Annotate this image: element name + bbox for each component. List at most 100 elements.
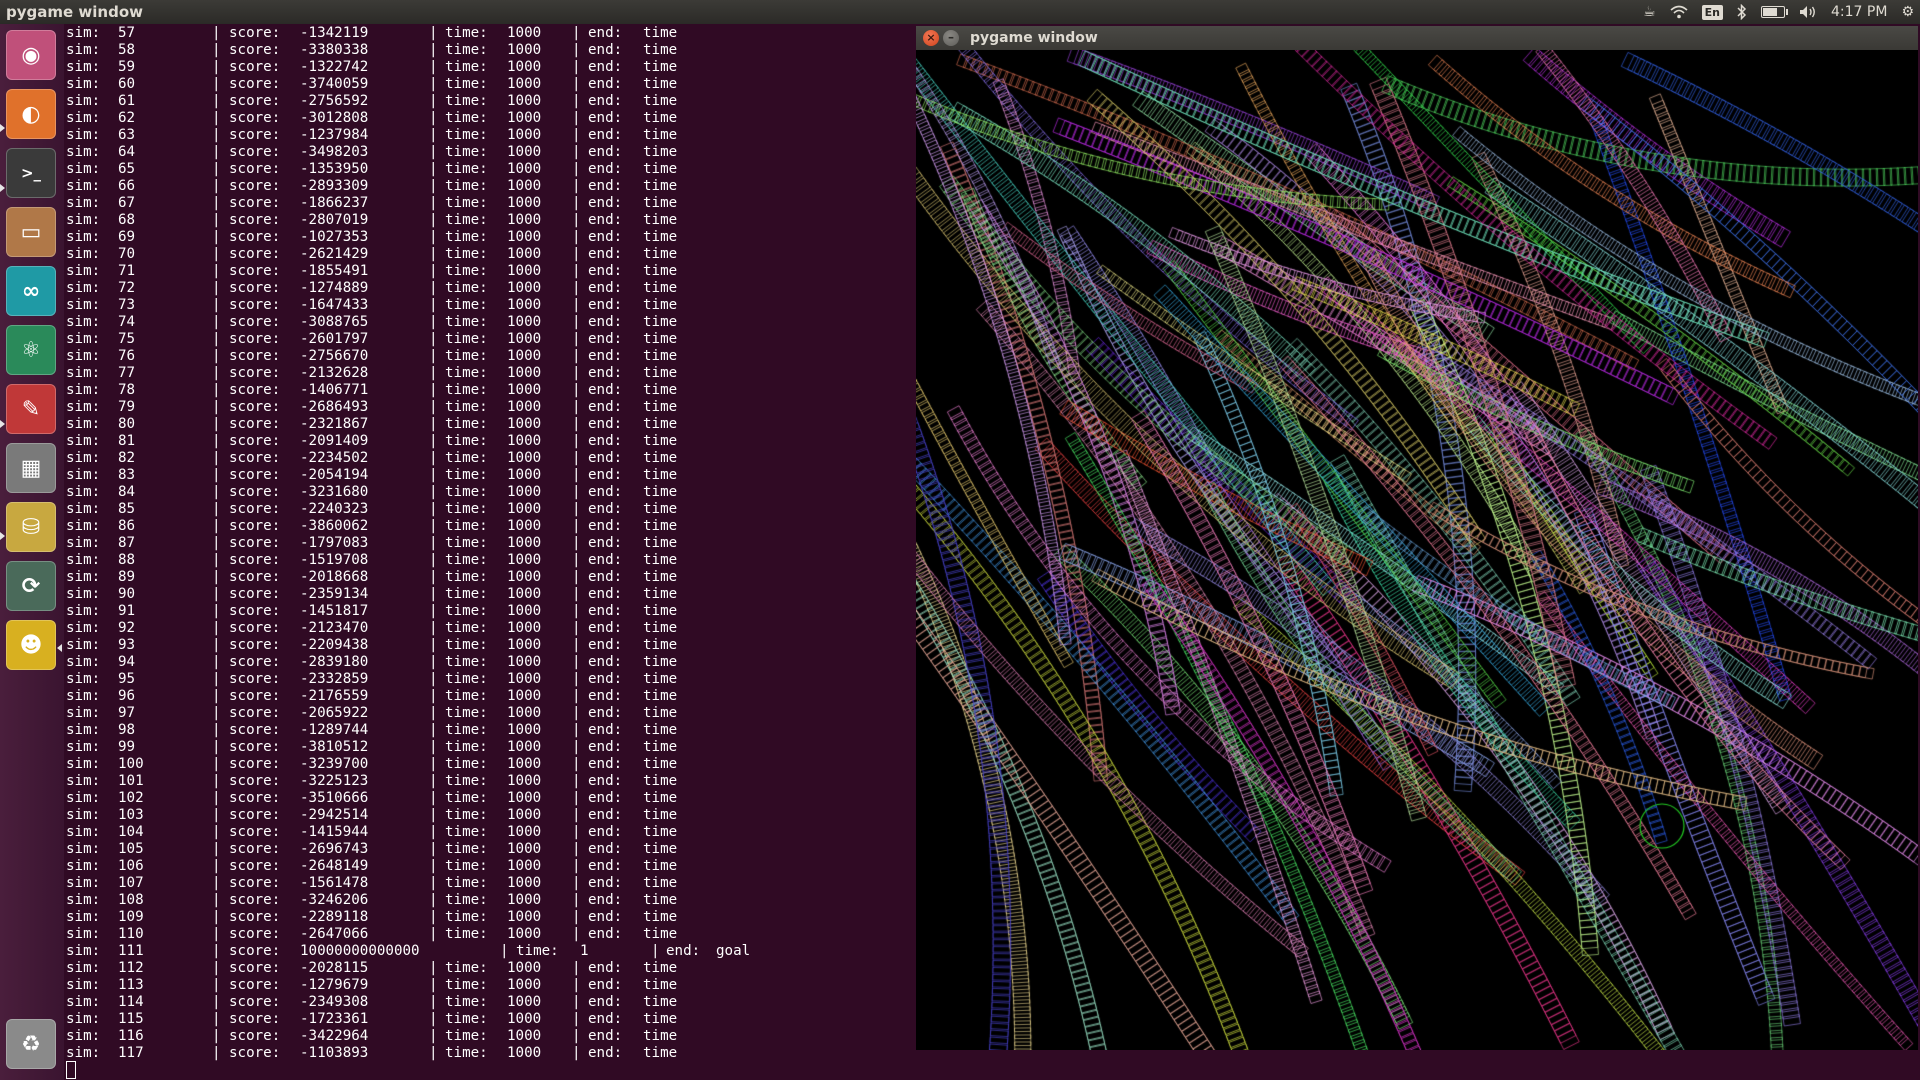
terminal-tval: 1000 xyxy=(507,348,542,364)
terminal-slab: score: xyxy=(229,569,281,585)
gear-icon[interactable]: ⚙ xyxy=(1901,0,1914,24)
launcher-files[interactable]: ▭ xyxy=(6,207,56,257)
terminal-tlab: time: xyxy=(445,1045,488,1061)
launcher-firefox[interactable]: ◐ xyxy=(6,89,56,139)
terminal-sep1: | xyxy=(212,739,221,755)
launcher-bug-tool[interactable]: ☻ xyxy=(6,620,56,670)
terminal-elab: end: xyxy=(588,858,623,874)
close-button[interactable]: × xyxy=(923,30,939,46)
terminal-tval: 1000 xyxy=(507,977,542,993)
pygame-window[interactable]: × – pygame window xyxy=(916,26,1918,1050)
terminal-sep3: | xyxy=(572,76,581,92)
launcher-arduino[interactable]: ∞ xyxy=(6,266,56,316)
terminal-tval: 1000 xyxy=(507,892,542,908)
terminal-sep1: | xyxy=(212,535,221,551)
terminal-tval: 1000 xyxy=(507,518,542,534)
terminal-tval: 1000 xyxy=(507,467,542,483)
terminal-slab: score: xyxy=(229,93,281,109)
terminal-eval: time xyxy=(643,467,678,483)
keyboard-layout-indicator[interactable]: En xyxy=(1701,4,1724,20)
terminal-tval: 1000 xyxy=(507,433,542,449)
terminal-num: 110 xyxy=(118,926,144,942)
terminal-tval: 1000 xyxy=(507,59,542,75)
terminal-num: 70 xyxy=(118,246,136,262)
bluetooth-icon[interactable] xyxy=(1737,0,1747,24)
terminal-sval: -2234502 xyxy=(300,450,369,466)
volume-icon[interactable] xyxy=(1799,0,1817,24)
terminal-eval: time xyxy=(643,1011,678,1027)
trash-icon: ♻ xyxy=(21,1031,41,1057)
terminal-sep2: | xyxy=(429,263,438,279)
terminal-elab: end: xyxy=(588,484,623,500)
launcher-ubuntu-dash[interactable]: ◉ xyxy=(6,30,56,80)
terminal-tlab: time: xyxy=(445,229,488,245)
terminal-sim: sim: xyxy=(66,909,101,925)
terminal-sep3: | xyxy=(572,399,581,415)
terminal-elab: end: xyxy=(588,824,623,840)
simulation-canvas[interactable] xyxy=(916,50,1918,1050)
launcher-workspace-switcher[interactable]: ▦ xyxy=(6,443,56,493)
terminal-tlab: time: xyxy=(445,1028,488,1044)
terminal-tlab: time: xyxy=(445,892,488,908)
terminal-slab: score: xyxy=(229,705,281,721)
terminal-eval: time xyxy=(643,722,678,738)
terminal-sim: sim: xyxy=(66,399,101,415)
terminal-num: 58 xyxy=(118,42,136,58)
launcher-database[interactable]: ⛁ xyxy=(6,502,56,552)
terminal-tval: 1000 xyxy=(507,824,542,840)
terminal-tval: 1000 xyxy=(507,127,542,143)
terminal-sep1: | xyxy=(212,433,221,449)
coffee-icon[interactable]: ☕ xyxy=(1643,0,1656,24)
launcher-terminal[interactable]: >_ xyxy=(6,148,56,198)
minimize-button[interactable]: – xyxy=(943,30,959,46)
terminal-sep2: | xyxy=(429,518,438,534)
terminal-eval: time xyxy=(643,569,678,585)
battery-icon[interactable] xyxy=(1761,0,1789,24)
launcher-system-tools[interactable]: ✎ xyxy=(6,384,56,434)
launcher-trash[interactable]: ♻ xyxy=(6,1019,56,1069)
terminal-sval: -2893309 xyxy=(300,178,369,194)
terminal-slab: score: xyxy=(229,229,281,245)
terminal-tval: 1000 xyxy=(507,994,542,1010)
terminal-sep2: | xyxy=(429,161,438,177)
terminal-sep1: | xyxy=(212,620,221,636)
terminal-elab: end: xyxy=(588,246,623,262)
terminal-num: 95 xyxy=(118,671,136,687)
terminal-eval: goal xyxy=(716,943,751,959)
terminal-tval: 1000 xyxy=(507,552,542,568)
wifi-icon[interactable] xyxy=(1670,0,1688,24)
terminal-num: 76 xyxy=(118,348,136,364)
terminal-num: 68 xyxy=(118,212,136,228)
terminal-tval: 1000 xyxy=(507,535,542,551)
terminal-sval: -1406771 xyxy=(300,382,369,398)
terminal-sval: -3239700 xyxy=(300,756,369,772)
terminal-num: 62 xyxy=(118,110,136,126)
terminal-eval: time xyxy=(643,297,678,313)
terminal-sval: -3088765 xyxy=(300,314,369,330)
terminal-tval: 1000 xyxy=(507,773,542,789)
terminal-sep3: | xyxy=(572,671,581,687)
terminal-tval: 1000 xyxy=(507,926,542,942)
terminal-sep1: | xyxy=(212,348,221,364)
pygame-titlebar[interactable]: × – pygame window xyxy=(916,26,1918,50)
terminal-num: 86 xyxy=(118,518,136,534)
terminal-sval: -1237984 xyxy=(300,127,369,143)
terminal-sep2: | xyxy=(429,790,438,806)
terminal-sval: -1027353 xyxy=(300,229,369,245)
terminal-sep1: | xyxy=(212,178,221,194)
terminal-num: 92 xyxy=(118,620,136,636)
terminal-sep1: | xyxy=(212,1045,221,1061)
terminal-sep1: | xyxy=(212,144,221,160)
launcher-atom[interactable]: ⚛ xyxy=(6,325,56,375)
terminal-elab: end: xyxy=(588,25,623,41)
terminal-sep3: | xyxy=(572,552,581,568)
terminal-sep1: | xyxy=(212,824,221,840)
terminal-sval: -3225123 xyxy=(300,773,369,789)
launcher-software-updater[interactable]: ⟳ xyxy=(6,561,56,611)
terminal-sep1: | xyxy=(212,297,221,313)
terminal-output[interactable]: sim: 57 | score: -1342119 | time: 1000 | end: time… xyxy=(64,24,916,1080)
terminal-sep2: | xyxy=(429,569,438,585)
terminal-sep2: | xyxy=(500,943,509,959)
clock[interactable]: 4:17 PM xyxy=(1831,0,1887,24)
terminal-sep2: | xyxy=(429,841,438,857)
